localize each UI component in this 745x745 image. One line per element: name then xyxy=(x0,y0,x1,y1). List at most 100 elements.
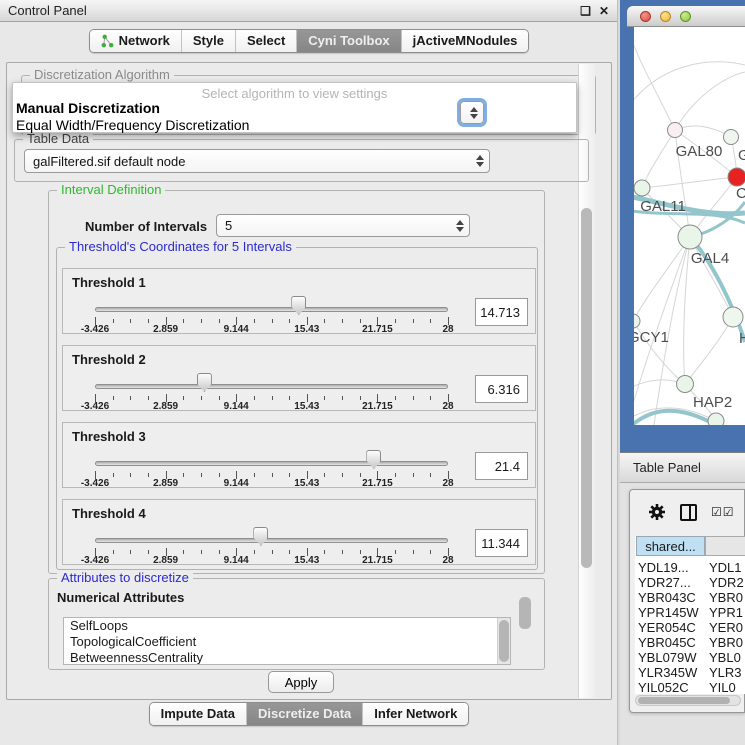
thresholds-group-title: Threshold's Coordinates for 5 Intervals xyxy=(65,239,296,254)
tab-jactivemnodules[interactable]: jActiveMNodules xyxy=(401,30,529,52)
table-row-cell[interactable]: YLR3 xyxy=(709,665,745,680)
table-row-cell[interactable]: YBR043C xyxy=(638,590,708,605)
table-row-cell[interactable]: YDL19... xyxy=(638,560,708,575)
close-traffic-light-icon[interactable] xyxy=(640,11,651,22)
network-node-h[interactable] xyxy=(723,307,743,327)
network-node-gal11[interactable] xyxy=(634,180,650,196)
table-row-cell[interactable]: YBR045C xyxy=(638,635,708,650)
tab-label: Cyni Toolbox xyxy=(308,33,389,48)
slider-thumb[interactable] xyxy=(253,527,268,546)
tick-label: -3.426 xyxy=(65,478,125,489)
table-data-select[interactable]: galFiltered.sif default node xyxy=(24,149,490,173)
tick-mark xyxy=(130,550,131,554)
table-panel-titlebar: Table Panel xyxy=(620,452,745,483)
bottom-tab-discretize-data[interactable]: Discretize Data xyxy=(246,703,362,725)
close-icon[interactable]: ✕ xyxy=(599,5,609,17)
algorithm-option-manual[interactable]: Manual Discretization xyxy=(13,100,576,117)
network-edge[interactable] xyxy=(642,177,737,188)
table-row-cell[interactable]: YIL0 xyxy=(709,680,745,694)
gear-icon[interactable] xyxy=(648,503,666,521)
network-node-gal4[interactable] xyxy=(678,225,702,249)
network-node-c[interactable] xyxy=(728,168,745,186)
tick-label: 21.715 xyxy=(347,478,407,489)
bottom-tab-infer-network[interactable]: Infer Network xyxy=(362,703,468,725)
tab-network[interactable]: Network xyxy=(90,30,181,52)
attribute-list-item[interactable]: BetweennessCentrality xyxy=(64,650,510,665)
attribute-list-item[interactable]: TopologicalCoefficient xyxy=(64,634,510,650)
algorithm-option-equal-width[interactable]: Equal Width/Frequency Discretization xyxy=(13,117,576,134)
network-edge[interactable] xyxy=(675,126,731,137)
threshold-row-3: Threshold 3-3.4262.8599.14415.4321.71528… xyxy=(62,422,536,488)
slider-track[interactable] xyxy=(95,307,448,312)
table-row-cell[interactable]: YPR145W xyxy=(638,605,708,620)
network-window-titlebar[interactable] xyxy=(627,6,745,27)
threshold-value-field[interactable]: 21.4 xyxy=(475,452,528,480)
tab-cyni-toolbox[interactable]: Cyni Toolbox xyxy=(296,30,400,52)
table-row-cell[interactable]: YBR0 xyxy=(709,590,745,605)
network-node-ga[interactable] xyxy=(724,130,739,145)
slider-track[interactable] xyxy=(95,538,448,543)
node-table-window: ☑☑ shared...nYDL19...YDL1YDR27...YDR2YBR… xyxy=(629,489,745,713)
minimize-traffic-light-icon[interactable] xyxy=(660,11,671,22)
table-row-cell[interactable]: YIL052C xyxy=(638,680,708,694)
column-header-shared-name[interactable]: shared... xyxy=(636,536,705,556)
network-edge[interactable] xyxy=(634,411,716,425)
network-edge[interactable] xyxy=(675,72,745,130)
group-scrollbar-thumb[interactable] xyxy=(519,597,531,629)
tab-style[interactable]: Style xyxy=(181,30,235,52)
threshold-value-field[interactable]: 6.316 xyxy=(475,375,528,403)
column-header-name[interactable]: n xyxy=(705,536,745,556)
table-row-cell[interactable]: YBR0 xyxy=(709,635,745,650)
network-node-hap2[interactable] xyxy=(677,376,694,393)
node-attribute-table[interactable]: shared...n YDL19...YDL1YDR27...YDR2YBR043… xyxy=(635,536,745,694)
tick-mark xyxy=(272,473,273,477)
table-hscrollbar[interactable] xyxy=(635,695,741,706)
network-edge[interactable] xyxy=(690,237,733,317)
slider-thumb[interactable] xyxy=(366,450,381,469)
algorithm-placeholder-option[interactable]: Select algorithm to view settings xyxy=(13,83,576,100)
network-edge[interactable] xyxy=(685,317,733,384)
network-node[interactable] xyxy=(708,413,724,425)
tick-mark xyxy=(254,473,255,477)
algorithm-select-stepper[interactable] xyxy=(460,101,484,124)
tick-mark xyxy=(183,550,184,554)
float-window-icon[interactable]: ❑ xyxy=(580,5,591,17)
panel-title: Control Panel xyxy=(8,3,87,18)
columns-icon[interactable] xyxy=(680,504,697,521)
tab-select[interactable]: Select xyxy=(235,30,296,52)
slider-track[interactable] xyxy=(95,384,448,389)
checkbox-icons[interactable]: ☑☑ xyxy=(711,505,735,519)
table-row-cell[interactable]: YLR345W xyxy=(638,665,708,680)
slider-track[interactable] xyxy=(95,461,448,466)
slider-thumb[interactable] xyxy=(197,373,212,392)
table-row-cell[interactable]: YDR2 xyxy=(709,575,745,590)
threshold-value-field[interactable]: 14.713 xyxy=(475,298,528,326)
network-node-gcy1[interactable] xyxy=(634,314,640,328)
list-scrollbar[interactable] xyxy=(497,618,510,664)
table-row-cell[interactable]: YBL079W xyxy=(638,650,708,665)
threshold-row-2: Threshold 2-3.4262.8599.14415.4321.71528… xyxy=(62,345,536,411)
network-edge[interactable] xyxy=(634,237,690,321)
network-canvas[interactable]: GAL80GACGAL11GAL4GCY1HHAP2 xyxy=(634,27,745,425)
table-row-cell[interactable]: YPR1 xyxy=(709,605,745,620)
table-row-cell[interactable]: YDL1 xyxy=(709,560,745,575)
number-of-intervals-select[interactable]: 5 xyxy=(216,214,470,237)
numerical-attributes-list[interactable]: SelfLoopsTopologicalCoefficientBetweenne… xyxy=(63,617,511,665)
table-row-cell[interactable]: YER0 xyxy=(709,620,745,635)
table-row-cell[interactable]: YBL0 xyxy=(709,650,745,665)
apply-button[interactable]: Apply xyxy=(268,671,334,693)
node-label: H xyxy=(739,330,745,347)
network-node-gal80[interactable] xyxy=(668,123,683,138)
slider-thumb[interactable] xyxy=(291,296,306,315)
attribute-list-item[interactable]: SelfLoops xyxy=(64,618,510,634)
main-scrollbar-thumb[interactable] xyxy=(581,208,592,568)
bottom-tab-impute-data[interactable]: Impute Data xyxy=(150,703,246,725)
network-edge[interactable] xyxy=(642,130,675,188)
zoom-traffic-light-icon[interactable] xyxy=(680,11,691,22)
table-row-cell[interactable]: YER054C xyxy=(638,620,708,635)
threshold-value-field[interactable]: 11.344 xyxy=(475,529,528,557)
network-edge[interactable] xyxy=(634,45,675,130)
stepper-icon xyxy=(476,155,484,167)
tick-mark xyxy=(130,473,131,477)
table-row-cell[interactable]: YDR27... xyxy=(638,575,708,590)
